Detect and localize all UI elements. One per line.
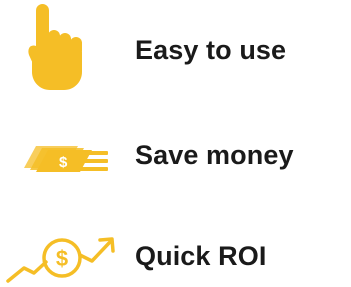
- dollar-growth-arrow-icon: $: [6, 237, 115, 283]
- pointing-hand-icon: [28, 4, 82, 90]
- feature-label: Quick ROI: [135, 241, 267, 271]
- feature-label: Save money: [135, 140, 294, 170]
- feature-label: Easy to use: [135, 35, 287, 65]
- svg-text:$: $: [59, 154, 68, 171]
- feature-easy-to-use: Easy to use: [0, 0, 351, 100]
- feature-quick-roi: $ Quick ROI: [0, 190, 351, 287]
- feature-save-money: $ Save money: [0, 100, 351, 190]
- svg-text:$: $: [56, 246, 68, 271]
- money-stack-icon: $: [24, 146, 108, 172]
